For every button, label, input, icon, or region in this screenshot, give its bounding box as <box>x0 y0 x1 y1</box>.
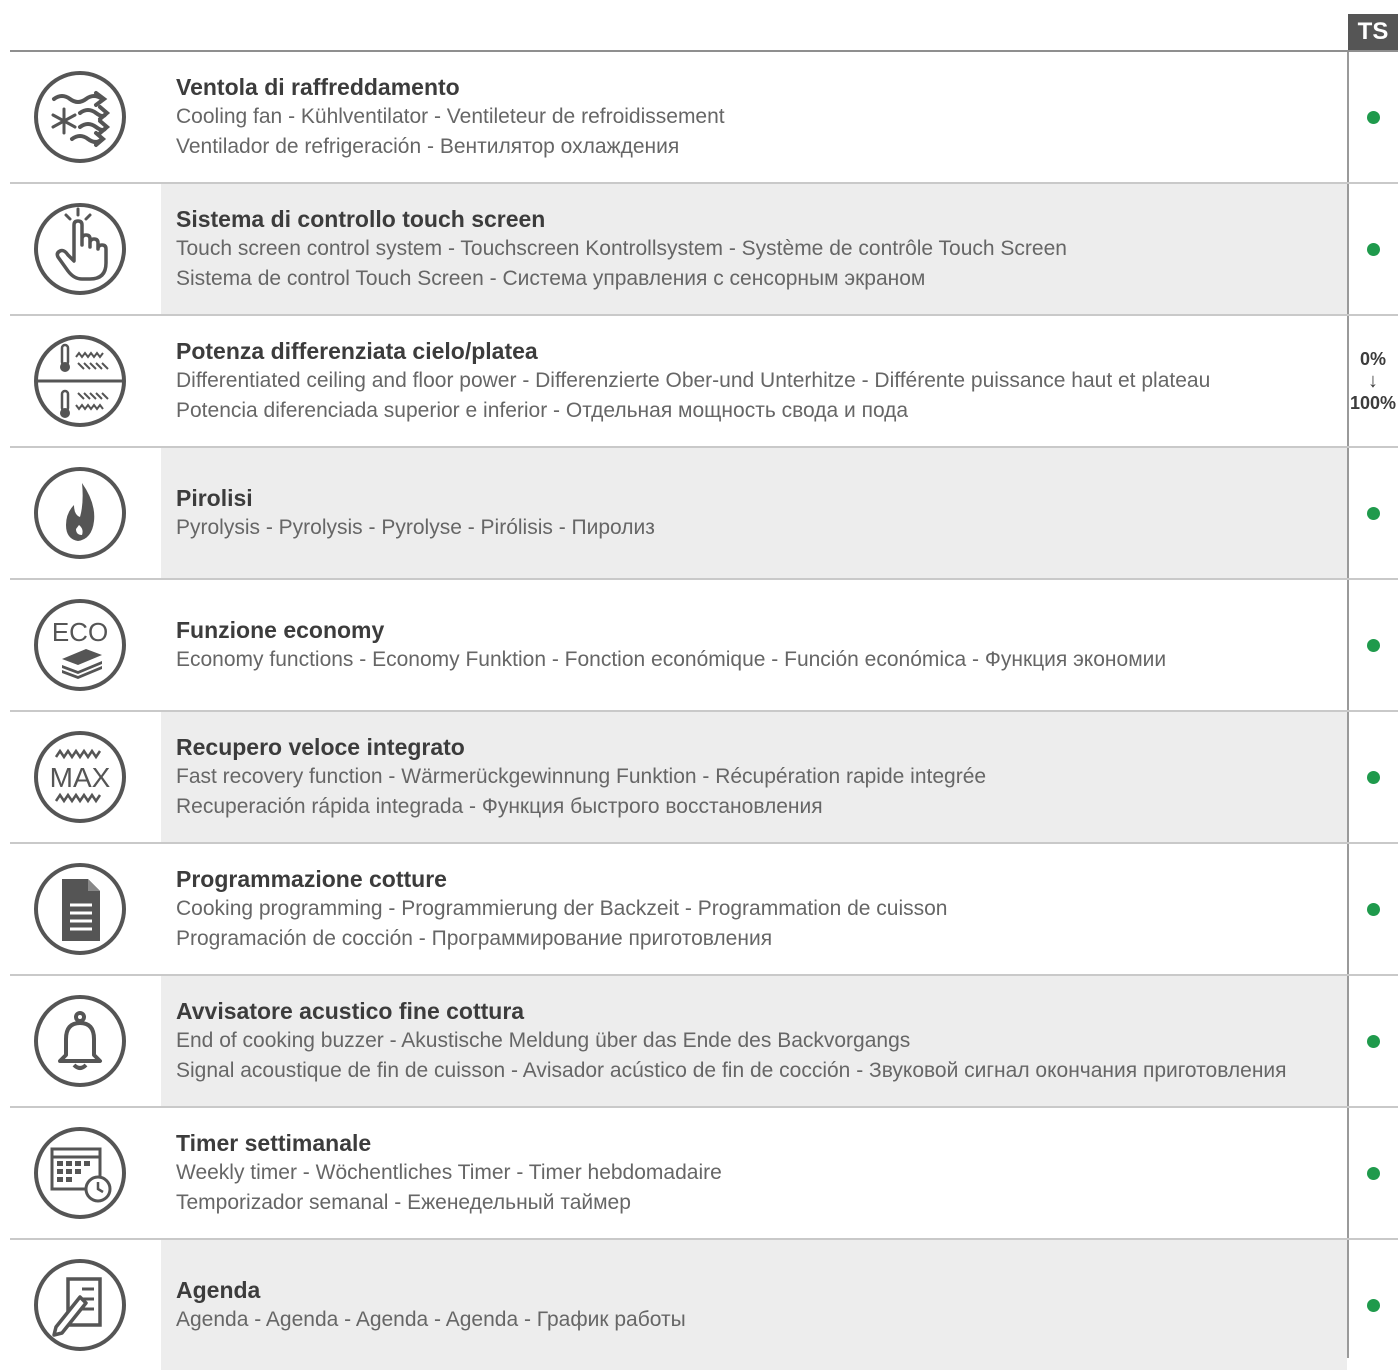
pyrolysis-flame-icon <box>32 465 128 561</box>
ts-availability <box>1348 976 1398 1106</box>
available-dot-icon <box>1366 770 1380 784</box>
ts-availability <box>1348 580 1398 710</box>
available-dot-icon <box>1366 506 1380 520</box>
ts-availability <box>1348 448 1398 578</box>
feature-title: Ventola di raffreddamento <box>176 74 460 100</box>
feature-title: Funzione economy <box>176 617 385 643</box>
feature-text: Sistema di controllo touch screen Touch s… <box>176 184 1336 314</box>
feature-translation: Sistema de control Touch Screen - Систем… <box>176 267 926 290</box>
feature-title: Pirolisi <box>176 485 253 511</box>
agenda-icon <box>32 1257 128 1353</box>
feature-row: MAX Recupero veloce integrato Fast recover… <box>10 712 1398 844</box>
feature-row: ECO Funzione economy Economy functions - … <box>10 580 1398 712</box>
feature-row: Avvisatore acustico fine cottura End of c… <box>10 976 1398 1108</box>
feature-title: Sistema di controllo touch screen <box>176 206 546 232</box>
feature-translation: Cooking programming - Programmierung der… <box>176 897 948 920</box>
feature-title: Potenza differenziata cielo/platea <box>176 338 538 364</box>
ceiling-floor-power-icon <box>32 333 128 429</box>
power-range: 0% ↓ 100% <box>1350 348 1396 414</box>
feature-text: Potenza differenziata cielo/platea Differ… <box>176 316 1336 446</box>
feature-title: Programmazione cotture <box>176 866 447 892</box>
available-dot-icon <box>1366 110 1380 124</box>
column-header-ts: TS <box>1348 14 1398 50</box>
touch-screen-icon <box>32 201 128 297</box>
feature-translation: Programación de cocción - Программирован… <box>176 927 773 950</box>
ts-availability: 0% ↓ 100% <box>1348 316 1398 446</box>
feature-title: Agenda <box>176 1277 261 1303</box>
svg-text:MAX: MAX <box>50 762 111 793</box>
feature-translation: Economy functions - Economy Funktion - F… <box>176 648 1167 671</box>
ts-availability <box>1348 52 1398 182</box>
range-from: 0% <box>1359 349 1386 369</box>
feature-text: Pirolisi Pyrolysis - Pyrolysis - Pyrolyse… <box>176 448 1336 578</box>
available-dot-icon <box>1366 1298 1380 1312</box>
available-dot-icon <box>1366 242 1380 256</box>
weekly-calendar-icon <box>32 1125 128 1221</box>
svg-text:ECO: ECO <box>52 617 108 647</box>
feature-translation: Temporizador semanal - Еженедельный тайм… <box>176 1191 631 1214</box>
feature-text: Avvisatore acustico fine cottura End of c… <box>176 976 1336 1106</box>
available-dot-icon <box>1366 1166 1380 1180</box>
feature-translation: Ventilador de refrigeración - Вентилятор… <box>176 135 680 158</box>
feature-row: Programmazione cotture Cooking programmin… <box>10 844 1398 976</box>
feature-text: Agenda Agenda - Agenda - Agenda - Agenda … <box>176 1240 1336 1370</box>
feature-title: Timer settimanale <box>176 1130 372 1156</box>
range-to: 100% <box>1349 393 1397 413</box>
feature-translation: Potencia diferenciada superior e inferio… <box>176 399 909 422</box>
available-dot-icon <box>1366 902 1380 916</box>
feature-row: Potenza differenziata cielo/platea Differ… <box>10 316 1398 448</box>
eco-icon: ECO <box>32 597 128 693</box>
feature-translation: Differentiated ceiling and floor power -… <box>176 369 1211 392</box>
feature-translation: Cooling fan - Kühlventilator - Ventilete… <box>176 105 725 128</box>
arrow-down-icon: ↓ <box>1367 370 1378 392</box>
feature-row: Pirolisi Pyrolysis - Pyrolysis - Pyrolyse… <box>10 448 1398 580</box>
feature-text: Funzione economy Economy functions - Econ… <box>176 580 1336 710</box>
ts-availability <box>1348 712 1398 842</box>
feature-title: Recupero veloce integrato <box>176 734 465 760</box>
cooling-fan-icon <box>32 69 128 165</box>
feature-translation: Fast recovery function - Wärmerückgewinn… <box>176 765 987 788</box>
feature-table: Ventola di raffreddamento Cooling fan - K… <box>0 52 1398 1370</box>
max-recovery-icon: MAX <box>32 729 128 825</box>
feature-row: Timer settimanale Weekly timer - Wöchentl… <box>10 1108 1398 1240</box>
ts-availability <box>1348 844 1398 974</box>
ts-availability <box>1348 1240 1398 1370</box>
feature-text: Timer settimanale Weekly timer - Wöchentl… <box>176 1108 1336 1238</box>
feature-translation: Recuperación rápida integrada - Функция … <box>176 795 823 818</box>
available-dot-icon <box>1366 638 1380 652</box>
feature-row: Agenda Agenda - Agenda - Agenda - Agenda … <box>10 1240 1398 1370</box>
available-dot-icon <box>1366 1034 1380 1048</box>
feature-text: Ventola di raffreddamento Cooling fan - K… <box>176 52 1336 182</box>
ts-availability <box>1348 184 1398 314</box>
feature-translation: Pyrolysis - Pyrolysis - Pyrolyse - Piról… <box>176 516 655 539</box>
feature-translation: End of cooking buzzer - Akustische Meldu… <box>176 1029 911 1052</box>
feature-translation: Signal acoustique de fin de cuisson - Av… <box>176 1059 1287 1082</box>
feature-text: Recupero veloce integrato Fast recovery f… <box>176 712 1336 842</box>
feature-text: Programmazione cotture Cooking programmin… <box>176 844 1336 974</box>
feature-row: Sistema di controllo touch screen Touch s… <box>10 184 1398 316</box>
feature-translation: Agenda - Agenda - Agenda - Agenda - Граф… <box>176 1308 686 1331</box>
feature-translation: Weekly timer - Wöchentliches Timer - Tim… <box>176 1161 722 1184</box>
feature-translation: Touch screen control system - Touchscree… <box>176 237 1067 260</box>
feature-title: Avvisatore acustico fine cottura <box>176 998 525 1024</box>
bell-icon <box>32 993 128 1089</box>
feature-row: Ventola di raffreddamento Cooling fan - K… <box>10 52 1398 184</box>
ts-availability <box>1348 1108 1398 1238</box>
program-document-icon <box>32 861 128 957</box>
